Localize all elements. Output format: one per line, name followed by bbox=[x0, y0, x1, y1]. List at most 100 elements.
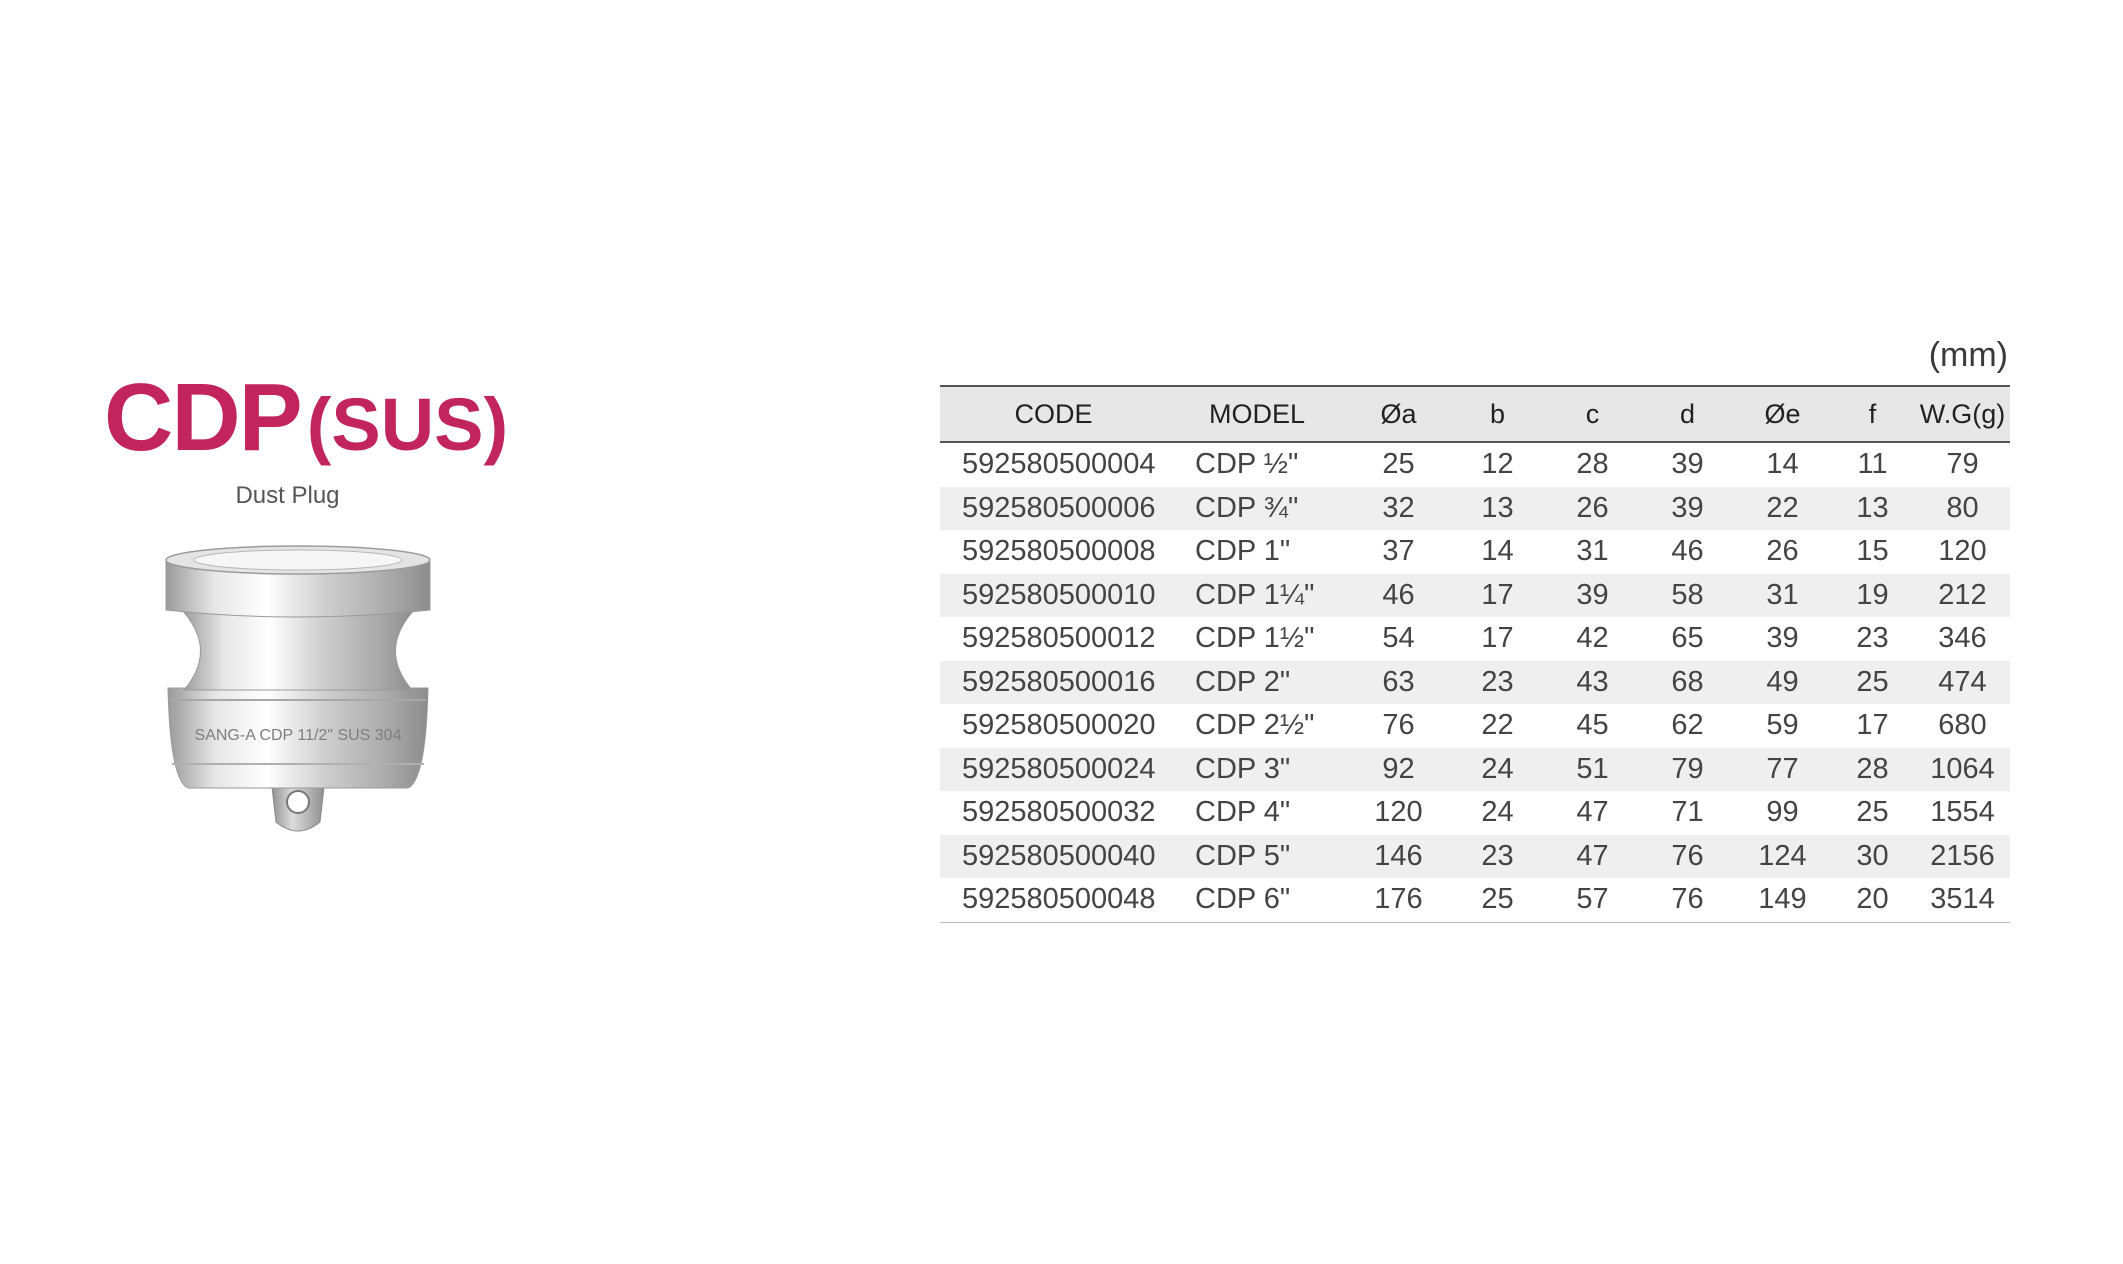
cell-f: 30 bbox=[1856, 839, 1889, 872]
cell-dia-e: 22 bbox=[1766, 491, 1799, 524]
cell-dia-e: 149 bbox=[1758, 883, 1807, 916]
cell-dia-a: 54 bbox=[1382, 622, 1415, 655]
cell-d: 62 bbox=[1671, 709, 1704, 742]
cell-model: CDP ½" bbox=[1195, 448, 1299, 481]
cell-weight: 120 bbox=[1938, 535, 1987, 568]
cell-code: 592580500008 bbox=[962, 535, 1156, 568]
header-code: CODE bbox=[1014, 398, 1093, 429]
cell-f: 17 bbox=[1856, 709, 1889, 742]
cell-weight: 474 bbox=[1938, 665, 1987, 698]
cell-weight: 212 bbox=[1938, 578, 1987, 611]
cell-model: CDP 1¼" bbox=[1195, 578, 1315, 611]
cell-c: 26 bbox=[1576, 491, 1609, 524]
cell-d: 68 bbox=[1671, 665, 1704, 698]
product-title-sub: (SUS) bbox=[306, 383, 509, 466]
cell-dia-a: 176 bbox=[1374, 883, 1423, 916]
table-row: 592580500010 CDP 1¼" 46 17 39 58 31 19 212 bbox=[940, 573, 2010, 617]
cell-weight: 1064 bbox=[1930, 752, 1995, 785]
stainless-dust-plug-image: SANG-A CDP 11/2" SUS 304 bbox=[165, 545, 431, 832]
product-title: CDP(SUS) bbox=[104, 370, 508, 466]
cell-code: 592580500016 bbox=[962, 665, 1156, 698]
cell-dia-e: 124 bbox=[1758, 839, 1807, 872]
cell-b: 24 bbox=[1481, 796, 1514, 829]
table-body: 592580500004 CDP ½" 25 12 28 39 14 11 79 59258050… bbox=[940, 442, 2010, 922]
cell-c: 51 bbox=[1576, 752, 1609, 785]
header-d: d bbox=[1679, 398, 1696, 429]
cell-d: 76 bbox=[1671, 883, 1704, 916]
cell-d: 46 bbox=[1671, 535, 1704, 568]
cell-c: 57 bbox=[1576, 883, 1609, 916]
table-header-row: CODE MODEL Øa b c d Øe f W.G(g) bbox=[940, 386, 2010, 442]
cell-dia-a: 146 bbox=[1374, 839, 1423, 872]
cell-dia-e: 31 bbox=[1766, 578, 1799, 611]
spec-table: CODE MODEL Øa b c d Øe f W.G(g) 592580500004 CDP … bbox=[940, 385, 2010, 923]
cell-c: 42 bbox=[1576, 622, 1609, 655]
table-row: 592580500004 CDP ½" 25 12 28 39 14 11 79 bbox=[940, 442, 2010, 487]
cell-model: CDP 6" bbox=[1195, 883, 1291, 916]
cell-c: 43 bbox=[1576, 665, 1609, 698]
cell-d: 71 bbox=[1671, 796, 1704, 829]
cell-code: 592580500040 bbox=[962, 839, 1156, 872]
cell-dia-a: 32 bbox=[1382, 491, 1415, 524]
cell-dia-a: 25 bbox=[1382, 448, 1415, 481]
cell-weight: 80 bbox=[1946, 491, 1979, 524]
cell-weight: 1554 bbox=[1930, 796, 1995, 829]
unit-label: (mm) bbox=[1928, 336, 2008, 374]
cell-b: 13 bbox=[1481, 491, 1514, 524]
cell-b: 17 bbox=[1481, 622, 1514, 655]
cell-d: 79 bbox=[1671, 752, 1704, 785]
cell-dia-e: 77 bbox=[1766, 752, 1799, 785]
cell-d: 76 bbox=[1671, 839, 1704, 872]
cell-dia-a: 37 bbox=[1382, 535, 1415, 568]
cell-f: 20 bbox=[1856, 883, 1889, 916]
cell-f: 28 bbox=[1856, 752, 1889, 785]
cell-f: 15 bbox=[1856, 535, 1889, 568]
cell-b: 17 bbox=[1481, 578, 1514, 611]
cell-b: 14 bbox=[1481, 535, 1514, 568]
product-title-main: CDP bbox=[104, 364, 303, 471]
table-row: 592580500032 CDP 4" 120 24 47 71 99 25 1554 bbox=[940, 791, 2010, 835]
cell-c: 39 bbox=[1576, 578, 1609, 611]
table-row: 592580500006 CDP ¾" 32 13 26 39 22 13 80 bbox=[940, 486, 2010, 530]
cell-code: 592580500048 bbox=[962, 883, 1156, 916]
cell-model: CDP ¾" bbox=[1195, 491, 1299, 524]
cell-weight: 346 bbox=[1938, 622, 1987, 655]
cell-code: 592580500024 bbox=[962, 752, 1156, 785]
header-c: c bbox=[1585, 398, 1600, 429]
cell-c: 47 bbox=[1576, 796, 1609, 829]
cell-model: CDP 3" bbox=[1195, 752, 1291, 785]
cell-f: 23 bbox=[1856, 622, 1889, 655]
cell-weight: 2156 bbox=[1930, 839, 1995, 872]
cell-model: CDP 5" bbox=[1195, 839, 1291, 872]
header-dia-a: Øa bbox=[1380, 398, 1417, 429]
cell-dia-a: 76 bbox=[1382, 709, 1415, 742]
cell-b: 12 bbox=[1481, 448, 1514, 481]
cell-f: 25 bbox=[1856, 796, 1889, 829]
cell-c: 45 bbox=[1576, 709, 1609, 742]
cell-model: CDP 4" bbox=[1195, 796, 1291, 829]
cell-dia-a: 120 bbox=[1374, 796, 1423, 829]
table-row: 592580500040 CDP 5" 146 23 47 76 124 30 2156 bbox=[940, 834, 2010, 878]
cell-b: 23 bbox=[1481, 665, 1514, 698]
cell-dia-e: 14 bbox=[1766, 448, 1799, 481]
cell-c: 28 bbox=[1576, 448, 1609, 481]
cell-model: CDP 1" bbox=[1195, 535, 1291, 568]
table-row: 592580500020 CDP 2½" 76 22 45 62 59 17 680 bbox=[940, 704, 2010, 748]
table-row: 592580500012 CDP 1½" 54 17 42 65 39 23 346 bbox=[940, 617, 2010, 661]
cell-model: CDP 2½" bbox=[1195, 709, 1315, 742]
cell-weight: 3514 bbox=[1930, 883, 1995, 916]
cell-c: 47 bbox=[1576, 839, 1609, 872]
cell-code: 592580500010 bbox=[962, 578, 1156, 611]
header-dia-e: Øe bbox=[1764, 398, 1801, 429]
header-weight: W.G(g) bbox=[1919, 398, 2006, 429]
cell-d: 65 bbox=[1671, 622, 1704, 655]
header-b: b bbox=[1489, 398, 1506, 429]
cell-d: 39 bbox=[1671, 448, 1704, 481]
header-f: f bbox=[1868, 398, 1877, 429]
cell-dia-a: 63 bbox=[1382, 665, 1415, 698]
cell-dia-e: 39 bbox=[1766, 622, 1799, 655]
table-row: 592580500024 CDP 3" 92 24 51 79 77 28 1064 bbox=[940, 747, 2010, 791]
product-engraving: SANG-A CDP 11/2" SUS 304 bbox=[195, 727, 402, 744]
cell-dia-a: 46 bbox=[1382, 578, 1415, 611]
cell-b: 25 bbox=[1481, 883, 1514, 916]
